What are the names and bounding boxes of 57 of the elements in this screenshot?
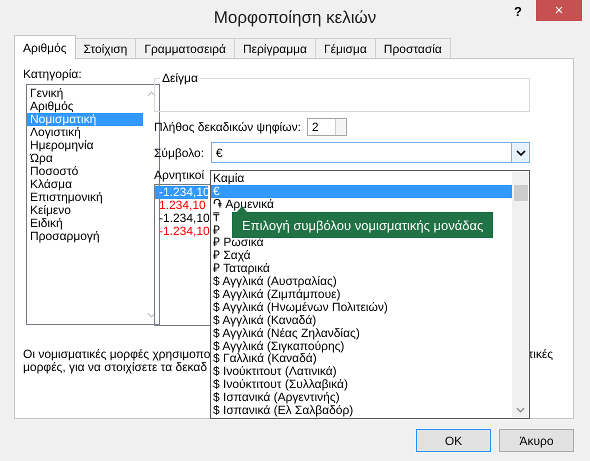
description-text: τικές xyxy=(528,348,553,361)
symbol-option[interactable]: Καμία xyxy=(211,172,512,185)
description-text: Οι νομισματικές μορφές χρησιμοπο xyxy=(23,348,210,361)
tab[interactable]: Περίγραμμα xyxy=(234,38,316,58)
symbol-option[interactable]: $ Ινούκτιτουτ (Συλλαβικά) xyxy=(211,378,512,392)
symbol-option[interactable]: ₽ Ταταρικά xyxy=(211,262,512,276)
tab[interactable]: Προστασία xyxy=(374,38,451,58)
scroll-down-icon[interactable] xyxy=(516,407,525,413)
category-item[interactable]: Αριθμός xyxy=(27,100,143,113)
description-text: μορφές, για να στοιχίσετε τα δεκαδ xyxy=(23,361,208,374)
dialog-button[interactable]: OK xyxy=(416,429,491,452)
tab[interactable]: Γραμματοσειρά xyxy=(135,38,235,58)
window-title: Μορφοποίηση κελιών xyxy=(214,8,376,28)
symbol-option[interactable]: $ Αγγλικά (Ηνωμένων Πολιτειών) xyxy=(211,300,512,314)
tab[interactable]: Γέμισμα xyxy=(314,38,376,58)
category-item[interactable]: Ώρα xyxy=(27,152,143,165)
scrollbar-thumb[interactable] xyxy=(514,185,528,201)
category-item[interactable]: Γενική xyxy=(27,87,143,100)
symbol-option[interactable]: ₽ Ρωσικά xyxy=(211,236,512,250)
category-item[interactable]: Επιστημονική xyxy=(27,191,143,204)
symbol-option[interactable]: $ Ισπανικά (Αργεντινής) xyxy=(211,391,512,404)
category-item[interactable]: Ειδική xyxy=(27,217,143,230)
category-item[interactable]: Ποσοστό xyxy=(27,165,143,178)
negative-numbers-label: Αρνητικοί xyxy=(154,168,204,182)
close-button[interactable]: × xyxy=(536,0,582,21)
symbol-option[interactable]: ₽ Σαχά xyxy=(211,249,512,262)
category-item[interactable]: Κείμενο xyxy=(27,204,143,217)
symbol-option[interactable]: $ Αγγλικά (Σιγκαπούρης) xyxy=(211,340,512,352)
category-label: Κατηγορία: xyxy=(23,67,83,81)
sample-label: Δείγμα xyxy=(160,71,200,85)
negative-number-format[interactable]: 1.234,10 xyxy=(155,199,208,212)
negative-number-format[interactable]: -1.234,10 xyxy=(155,225,208,238)
scroll-up-icon[interactable] xyxy=(146,91,156,97)
symbol-option[interactable]: $ Αγγλικά (Καναδά) xyxy=(211,314,512,327)
negative-number-format[interactable]: -1.234,10 xyxy=(155,212,208,225)
chevron-down-icon xyxy=(516,150,526,156)
scroll-down-icon[interactable] xyxy=(146,312,156,318)
symbol-option[interactable]: $ Αγγλικά (Νέας Ζηλανδίας) xyxy=(211,326,512,340)
tooltip-text: Επιλογή συμβόλου νομισματικής μονάδας xyxy=(242,218,484,232)
symbol-option[interactable]: $ Ινούκτιτουτ (Λατινικά) xyxy=(211,365,512,378)
symbol-option[interactable]: $ Γαλλικά (Καναδά) xyxy=(211,352,512,366)
symbol-dropdown[interactable]: € xyxy=(210,142,530,163)
symbol-option[interactable]: $ Αγγλικά (Αυστραλίας) xyxy=(211,275,512,288)
decimal-places-label: Πλήθος δεκαδικών ψηφίων: xyxy=(154,120,301,134)
category-item[interactable]: Λογιστική xyxy=(27,126,143,139)
symbol-label: Σύμβολο: xyxy=(154,146,205,160)
symbol-option[interactable]: ֏ Αρμενικά xyxy=(211,198,512,211)
symbol-option[interactable]: $ Ισπανικά (Ελ Σαλβαδόρ) xyxy=(211,404,512,417)
category-item[interactable]: Κλάσμα xyxy=(27,178,143,191)
decimal-places-spinner[interactable]: 2 xyxy=(306,118,347,136)
dialog-button[interactable]: Άκυρο xyxy=(499,429,574,452)
help-button[interactable]: ? xyxy=(508,0,528,22)
category-item[interactable]: Ημερομηνία xyxy=(27,139,143,152)
category-item[interactable]: Προσαρμογή xyxy=(27,230,143,243)
tab[interactable]: Αριθμός xyxy=(14,35,76,59)
tab[interactable]: Στοίχιση xyxy=(74,38,136,58)
symbol-option[interactable]: $ Αγγλικά (Ζιμπάμπουε) xyxy=(211,288,512,301)
